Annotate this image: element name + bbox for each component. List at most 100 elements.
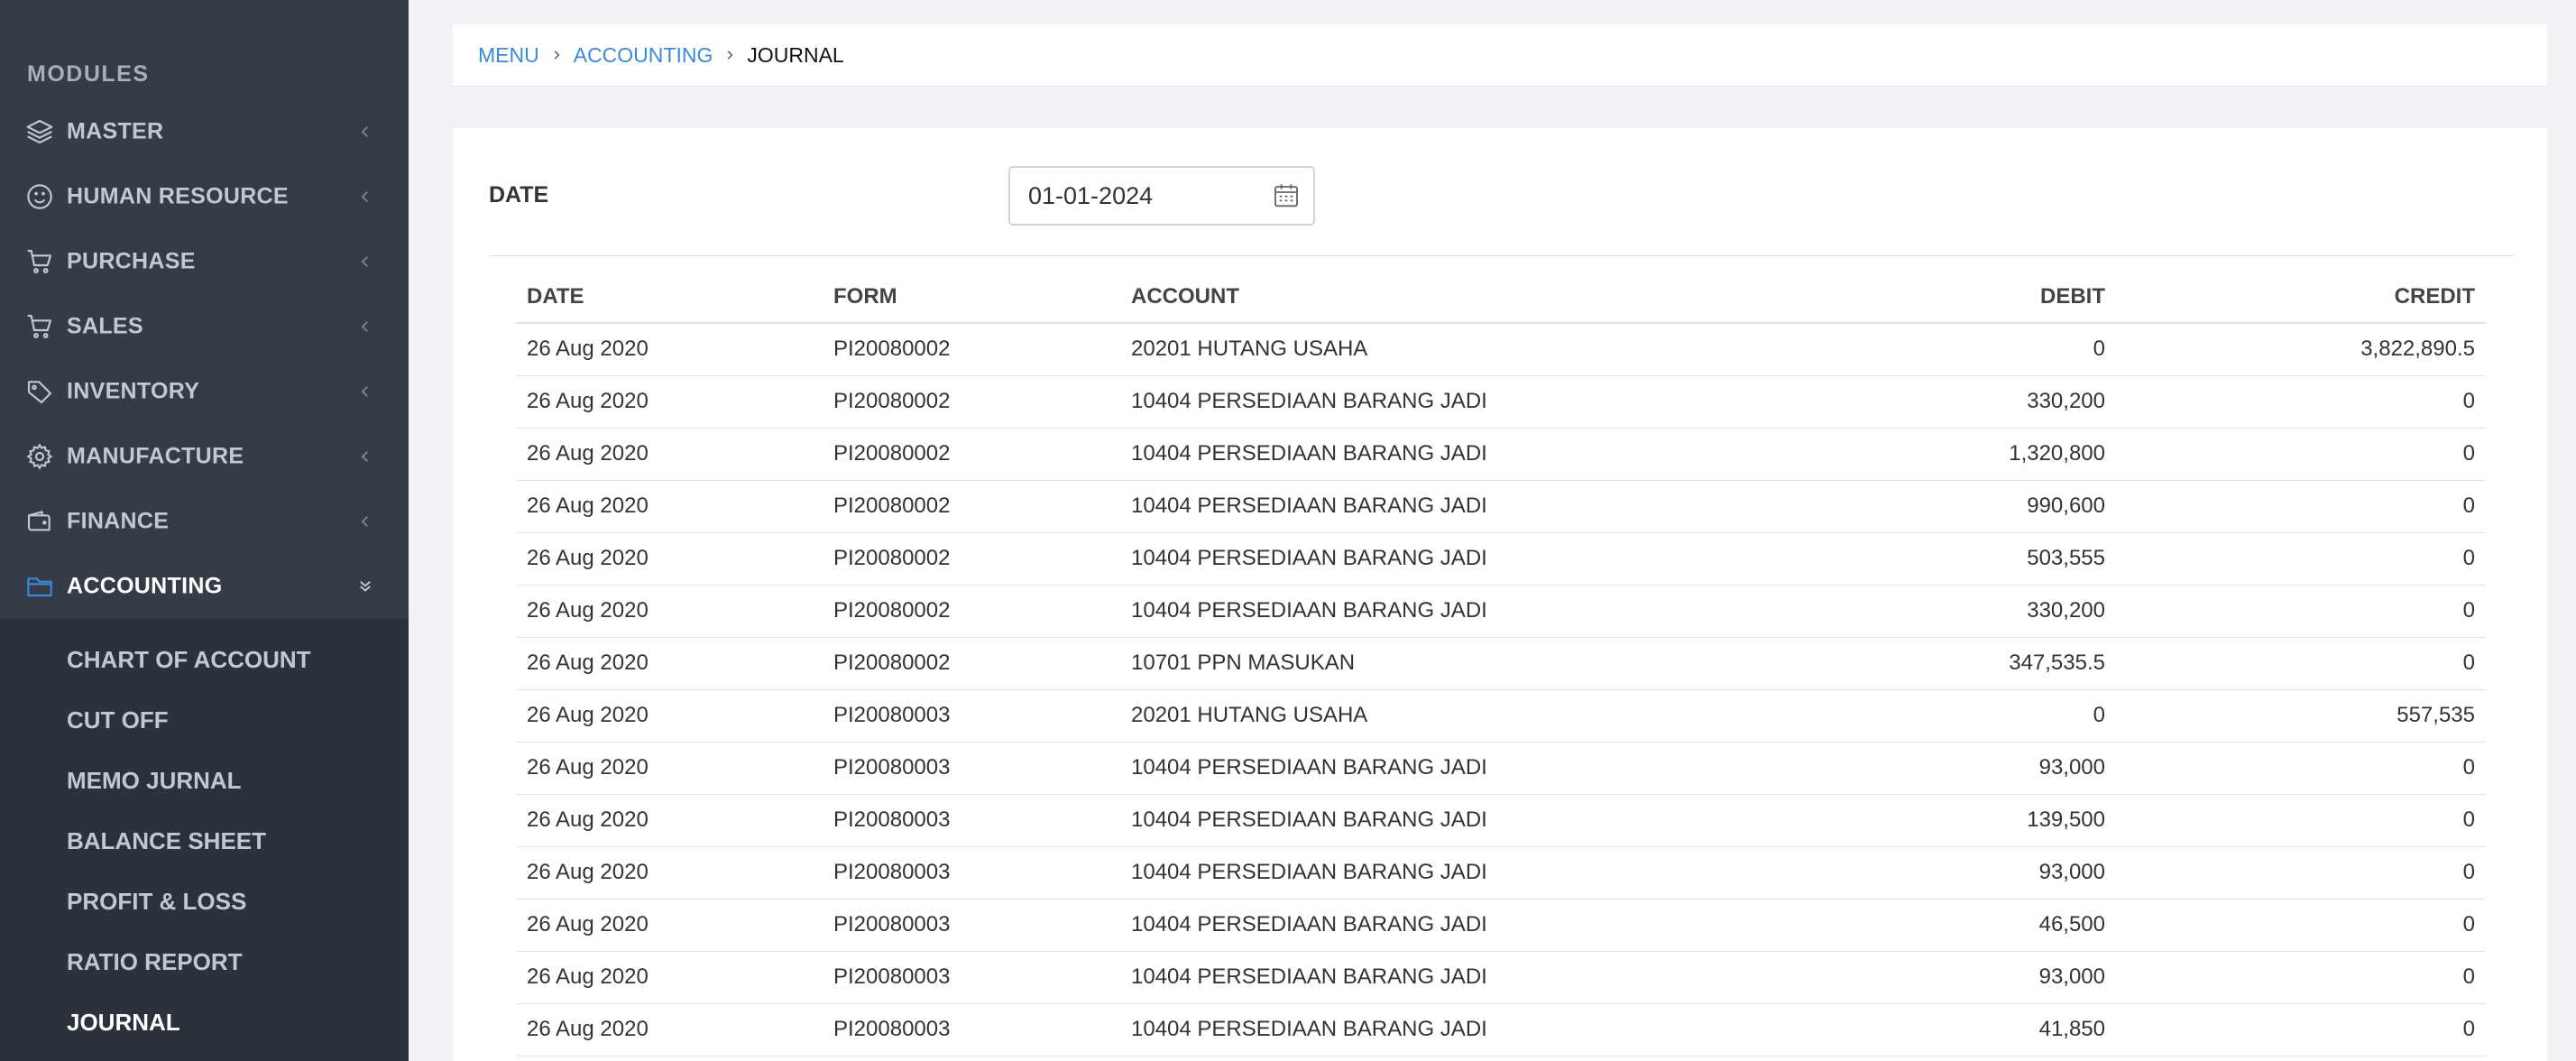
cell-form: PI20080003 <box>823 846 1120 900</box>
sidebar-item-finance[interactable]: FINANCE <box>0 489 409 554</box>
cart-icon <box>25 312 54 341</box>
cell-form: PI20080003 <box>823 951 1120 1004</box>
sidebar-item-label: INVENTORY <box>67 378 200 404</box>
cell-date: 26 Aug 2020 <box>516 689 823 743</box>
cell-account: 10404 PERSEDIAAN BARANG JADI <box>1120 1003 1661 1056</box>
breadcrumb-link-menu[interactable]: MENU <box>478 43 539 68</box>
cell-date: 26 Aug 2020 <box>516 742 823 795</box>
table-row[interactable]: 26 Aug 2020 PI20080003 20201 HUTANG USAHA 0… <box>516 689 2486 743</box>
cell-form: PI20080002 <box>823 323 1120 376</box>
cell-credit: 0 <box>2116 794 2486 847</box>
submenu-item-balance-sheet[interactable]: BALANCE SHEET <box>67 827 266 855</box>
submenu-item-profit-loss[interactable]: PROFIT & LOSS <box>67 888 246 916</box>
sidebar-item-label: HUMAN RESOURCE <box>67 183 289 209</box>
table-row[interactable]: 26 Aug 2020 PI20080003 10404 PERSEDIAAN BA… <box>516 742 2486 795</box>
submenu-item-cut-off[interactable]: CUT OFF <box>67 706 169 734</box>
table-row[interactable]: 26 Aug 2020 PI20080002 10404 PERSEDIAAN BA… <box>516 532 2486 586</box>
calendar-icon[interactable] <box>1272 181 1301 210</box>
sidebar-item-label: FINANCE <box>67 508 170 534</box>
cell-form: PI20080003 <box>823 1003 1120 1056</box>
submenu-item-journal[interactable]: JOURNAL <box>67 1009 180 1037</box>
cell-date: 26 Aug 2020 <box>516 1003 823 1056</box>
cell-account: 10404 PERSEDIAAN BARANG JADI <box>1120 480 1661 533</box>
table-row[interactable]: 26 Aug 2020 PI20080002 10404 PERSEDIAAN BA… <box>516 480 2486 533</box>
table-row[interactable]: 26 Aug 2020 PI20080002 20201 HUTANG USAHA 0… <box>516 323 2486 376</box>
cell-date: 26 Aug 2020 <box>516 899 823 952</box>
table-row[interactable]: 26 Aug 2020 PI20080002 10404 PERSEDIAAN BA… <box>516 585 2486 638</box>
chevron-left-icon <box>357 318 373 335</box>
breadcrumb: MENU ACCOUNTING JOURNAL <box>478 24 844 86</box>
cell-debit: 93,000 <box>1661 951 2116 1004</box>
sidebar-item-accounting[interactable]: ACCOUNTING <box>0 554 409 619</box>
breadcrumb-link-accounting[interactable]: ACCOUNTING <box>574 43 713 68</box>
table-body: 26 Aug 2020 PI20080002 20201 HUTANG USAHA 0… <box>516 323 2486 1056</box>
sidebar-item-manufacture[interactable]: MANUFACTURE <box>0 424 409 489</box>
table-row[interactable]: 26 Aug 2020 PI20080003 10404 PERSEDIAAN BA… <box>516 899 2486 952</box>
cell-date: 26 Aug 2020 <box>516 637 823 690</box>
chevron-right-icon <box>550 49 563 61</box>
cell-debit: 330,200 <box>1661 585 2116 638</box>
divider <box>489 255 2515 256</box>
cell-date: 26 Aug 2020 <box>516 794 823 847</box>
cell-form: PI20080003 <box>823 689 1120 743</box>
accounting-submenu: CHART OF ACCOUNT CUT OFF MEMO JURNAL BAL… <box>0 619 409 1061</box>
cell-account: 20201 HUTANG USAHA <box>1120 689 1661 743</box>
cart-icon <box>25 247 54 276</box>
chevron-double-down-icon <box>357 578 373 595</box>
table-row[interactable]: 26 Aug 2020 PI20080003 10404 PERSEDIAAN BA… <box>516 1003 2486 1056</box>
column-header-debit: DEBIT <box>1661 271 2116 324</box>
table-row[interactable]: 26 Aug 2020 PI20080002 10404 PERSEDIAAN BA… <box>516 428 2486 481</box>
breadcrumb-card: MENU ACCOUNTING JOURNAL <box>453 24 2547 87</box>
cell-credit: 0 <box>2116 1003 2486 1056</box>
cell-form: PI20080002 <box>823 428 1120 481</box>
sidebar-item-inventory[interactable]: INVENTORY <box>0 359 409 424</box>
cell-credit: 557,535 <box>2116 689 2486 743</box>
date-picker[interactable] <box>1008 166 1315 226</box>
cell-account: 10404 PERSEDIAAN BARANG JADI <box>1120 585 1661 638</box>
sidebar-item-label: MASTER <box>67 118 164 144</box>
column-header-account: ACCOUNT <box>1120 271 1661 324</box>
sidebar-item-human-resource[interactable]: HUMAN RESOURCE <box>0 164 409 229</box>
cell-date: 26 Aug 2020 <box>516 375 823 429</box>
table-row[interactable]: 26 Aug 2020 PI20080002 10701 PPN MASUKAN 34… <box>516 637 2486 690</box>
sidebar-item-sales[interactable]: SALES <box>0 294 409 359</box>
column-header-form: FORM <box>823 271 1120 324</box>
cell-debit: 93,000 <box>1661 742 2116 795</box>
table-row[interactable]: 26 Aug 2020 PI20080003 10404 PERSEDIAAN BA… <box>516 846 2486 900</box>
cell-debit: 139,500 <box>1661 794 2116 847</box>
cell-date: 26 Aug 2020 <box>516 532 823 586</box>
sidebar: MODULES MASTER HUMAN RESOURCE PURCHASE S <box>0 0 409 1061</box>
table-row[interactable]: 26 Aug 2020 PI20080002 10404 PERSEDIAAN BA… <box>516 375 2486 429</box>
table-row[interactable]: 26 Aug 2020 PI20080003 10404 PERSEDIAAN BA… <box>516 794 2486 847</box>
cell-date: 26 Aug 2020 <box>516 585 823 638</box>
cell-form: PI20080003 <box>823 742 1120 795</box>
table-header-row: DATE FORM ACCOUNT DEBIT CREDIT <box>516 271 2486 324</box>
journal-card: DATE DATE FORM ACCOUNT DEBIT CREDIT 26 A… <box>453 128 2547 1061</box>
chevron-left-icon <box>357 383 373 400</box>
submenu-item-chart-of-account[interactable]: CHART OF ACCOUNT <box>67 646 311 674</box>
cell-date: 26 Aug 2020 <box>516 480 823 533</box>
cell-date: 26 Aug 2020 <box>516 428 823 481</box>
gear-icon <box>25 442 54 471</box>
submenu-item-memo-jurnal[interactable]: MEMO JURNAL <box>67 767 242 795</box>
cell-debit: 93,000 <box>1661 846 2116 900</box>
chevron-left-icon <box>357 124 373 140</box>
cell-account: 10404 PERSEDIAAN BARANG JADI <box>1120 899 1661 952</box>
cell-form: PI20080002 <box>823 637 1120 690</box>
sidebar-item-purchase[interactable]: PURCHASE <box>0 229 409 294</box>
cell-debit: 330,200 <box>1661 375 2116 429</box>
folder-icon <box>25 572 54 601</box>
cell-debit: 347,535.5 <box>1661 637 2116 690</box>
cell-form: PI20080002 <box>823 375 1120 429</box>
cell-debit: 0 <box>1661 323 2116 376</box>
sidebar-item-master[interactable]: MASTER <box>0 99 409 164</box>
column-header-date: DATE <box>516 271 823 324</box>
date-input[interactable] <box>1010 168 1263 224</box>
cell-debit: 1,320,800 <box>1661 428 2116 481</box>
cell-credit: 0 <box>2116 532 2486 586</box>
cell-debit: 990,600 <box>1661 480 2116 533</box>
submenu-item-ratio-report[interactable]: RATIO REPORT <box>67 948 243 976</box>
table-row[interactable]: 26 Aug 2020 PI20080003 10404 PERSEDIAAN BA… <box>516 951 2486 1004</box>
cell-form: PI20080002 <box>823 532 1120 586</box>
cell-form: PI20080002 <box>823 480 1120 533</box>
